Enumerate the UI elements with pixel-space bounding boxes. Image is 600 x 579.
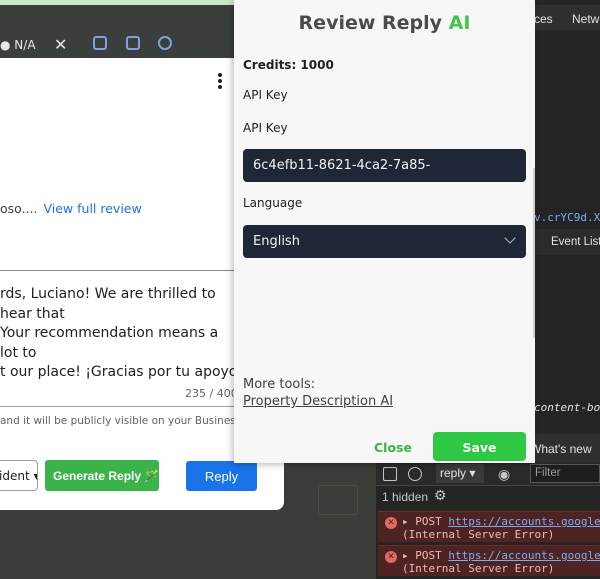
- language-select[interactable]: English: [243, 225, 526, 258]
- api-key-heading: API Key: [243, 88, 288, 102]
- popup-title-accent: AI: [448, 12, 471, 34]
- review-snippet: oso.... View full review: [0, 201, 142, 216]
- gear-icon[interactable]: ⚙: [434, 487, 447, 504]
- tab-sources[interactable]: ces: [534, 12, 553, 26]
- background-illustration: [318, 485, 358, 515]
- console-error-row[interactable]: ✕ ▸ POST https://accounts.google.co (Int…: [378, 511, 600, 542]
- close-button[interactable]: Close: [374, 440, 412, 455]
- api-key-label: API Key: [243, 121, 288, 135]
- credits-label: Credits: 1000: [243, 58, 334, 72]
- reply-line: rds, Luciano! We are thrilled to hear th…: [0, 286, 216, 322]
- error-message: (Internal Server Error): [402, 528, 555, 541]
- eye-icon[interactable]: ◉: [498, 466, 510, 483]
- search-icon[interactable]: [158, 36, 172, 50]
- divider: [0, 270, 234, 271]
- error-icon: ✕: [385, 517, 397, 529]
- toolbar-status: ● N/A: [0, 38, 36, 52]
- error-method: POST: [415, 549, 442, 562]
- devtools-code-line: content-box;: [534, 401, 600, 414]
- reply-textarea[interactable]: rds, Luciano! We are thrilled to hear th…: [0, 285, 240, 383]
- language-value: English: [253, 234, 300, 249]
- error-message: (Internal Server Error): [402, 562, 555, 575]
- error-method: POST: [415, 515, 442, 528]
- console-filter-input[interactable]: Filter: [530, 464, 600, 483]
- popup-title: Review Reply AI: [234, 12, 535, 34]
- tab-whats-new[interactable]: What's new: [526, 434, 600, 462]
- close-icon[interactable]: ✕: [54, 35, 67, 55]
- popup-title-main: Review Reply: [298, 12, 449, 34]
- context-selector[interactable]: reply ▾: [436, 464, 484, 483]
- more-options-icon[interactable]: [218, 73, 222, 91]
- error-url[interactable]: https://accounts.google.co: [448, 515, 600, 528]
- console-error-row[interactable]: ✕ ▸ POST https://accounts.google.co (Int…: [378, 545, 600, 576]
- language-label: Language: [243, 196, 303, 210]
- review-snippet-text: oso....: [0, 201, 38, 216]
- clear-console-icon[interactable]: [408, 467, 422, 481]
- view-full-review-link[interactable]: View full review: [43, 201, 141, 216]
- devtools-source-link[interactable]: v.crYC9d.XuM: [534, 211, 600, 224]
- property-description-link[interactable]: Property Description AI: [243, 394, 393, 409]
- chevron-down-icon: [504, 232, 516, 244]
- save-button[interactable]: Save: [433, 432, 526, 461]
- extension-popup: Review Reply AI Credits: 1000 API Key AP…: [234, 0, 535, 463]
- reply-line: Your recommendation means a lot to: [0, 325, 219, 361]
- api-key-input[interactable]: 6c4efb11-8621-4ca2-7a85-: [243, 149, 526, 182]
- generate-reply-button[interactable]: Generate Reply 🪄: [45, 460, 159, 491]
- error-url[interactable]: https://accounts.google.co: [448, 549, 600, 562]
- camera-icon[interactable]: [126, 36, 140, 50]
- context-value: reply: [440, 466, 467, 480]
- sidebar-toggle-icon[interactable]: [383, 467, 397, 481]
- more-tools-label: More tools:: [243, 377, 316, 392]
- hidden-count: 1 hidden: [382, 490, 429, 504]
- textarea-underline: [0, 406, 260, 407]
- error-icon: ✕: [385, 551, 397, 563]
- tone-value: ident: [0, 469, 30, 483]
- reply-line: t our place! ¡Gracias por tu apoyo: [0, 364, 238, 380]
- reply-button[interactable]: Reply: [186, 461, 257, 491]
- public-notice: and it will be publicly visible on your …: [0, 415, 262, 427]
- tone-select[interactable]: ident ▾: [0, 460, 38, 491]
- popup-scrollbar[interactable]: [533, 168, 535, 338]
- tab-network[interactable]: Netwo: [572, 12, 600, 26]
- tab-event-listeners[interactable]: Event Liste: [534, 229, 600, 255]
- microphone-icon[interactable]: [93, 36, 107, 50]
